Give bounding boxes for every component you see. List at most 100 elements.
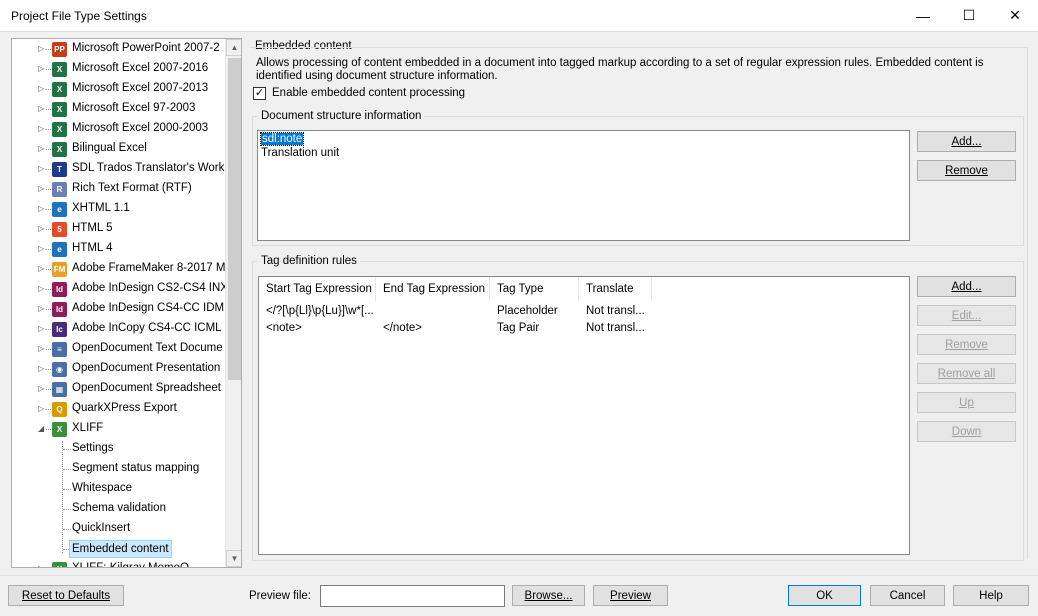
tag-rules-add-button[interactable]: Add... — [917, 276, 1016, 297]
tree-item[interactable]: ▷ Id Adobe InDesign CS4-CC IDML — [12, 299, 231, 319]
minimize-button[interactable]: — — [900, 0, 946, 31]
tree-item-label: OpenDocument Text Docume — [72, 342, 223, 354]
scroll-thumb[interactable] — [228, 58, 241, 380]
list-item[interactable]: Translation unit — [261, 147, 339, 161]
tree-item[interactable]: ▷ 5 HTML 5 — [12, 219, 226, 239]
cell-end-tag: </note> — [383, 322, 423, 334]
tree-item[interactable]: ▷ FM Adobe FrameMaker 8-2017 M — [12, 259, 226, 279]
browse-button[interactable]: Browse... — [512, 585, 585, 606]
expand-arrow-icon[interactable]: ▷ — [38, 304, 46, 314]
tree-item-label: Microsoft Excel 2007-2016 — [72, 62, 209, 74]
doc-structure-group-title: Document structure information — [258, 110, 425, 122]
expand-arrow-icon[interactable]: ▷ — [38, 164, 46, 174]
maximize-button[interactable]: ☐ — [946, 0, 992, 31]
list-item[interactable]: sdl:note — [259, 132, 305, 147]
file-type-icon: X — [52, 122, 67, 137]
tag-rules-up-button[interactable]: Up — [917, 392, 1016, 413]
tree-item-label: Microsoft PowerPoint 2007-2 — [72, 42, 220, 54]
expand-arrow-icon[interactable]: ▷ — [38, 44, 46, 54]
tree-item[interactable]: ▷ Ic Adobe InCopy CS4-CC ICML — [12, 319, 226, 339]
tag-rules-remove-button[interactable]: Remove — [917, 334, 1016, 355]
tree-item[interactable]: ▷ X Microsoft Excel 2007-2013 — [12, 79, 226, 99]
tree-item[interactable]: ▷ X Microsoft Excel 97-2003 — [12, 99, 226, 119]
enable-embedded-label[interactable]: Enable embedded content processing — [272, 87, 465, 99]
tree-item[interactable]: ▷ X Microsoft Excel 2007-2016 — [12, 59, 226, 79]
tree-item-label: QuickInsert — [72, 522, 131, 534]
column-header-start-tag[interactable]: Start Tag Expression — [259, 277, 376, 301]
tree-item-label: Microsoft Excel 2000-2003 — [72, 122, 209, 134]
tree-item[interactable]: ▷ R Rich Text Format (RTF) — [12, 179, 226, 199]
file-type-icon: ◉ — [52, 362, 67, 377]
doc-structure-remove-button[interactable]: Remove — [917, 160, 1016, 181]
cell-tag-type: Placeholder — [497, 305, 558, 317]
file-type-icon: X — [52, 422, 67, 437]
tree-child-item[interactable]: Schema validation — [12, 499, 226, 519]
expand-arrow-icon[interactable]: ▷ — [38, 344, 46, 354]
tree-item[interactable]: ▷ Id Adobe InDesign CS2-CS4 INX — [12, 279, 228, 299]
tree-item-label: Bilingual Excel — [72, 142, 147, 154]
expand-arrow-icon[interactable]: ▷ — [38, 144, 46, 154]
expand-arrow-icon[interactable]: ▷ — [38, 284, 46, 294]
tree-child-item[interactable]: QuickInsert — [12, 519, 226, 539]
tree-item[interactable]: ▷ e XHTML 1.1 — [12, 199, 226, 219]
doc-structure-add-button[interactable]: Add... — [917, 131, 1016, 152]
expand-arrow-icon[interactable]: ▷ — [38, 384, 46, 394]
collapse-arrow-icon[interactable]: ◢ — [38, 424, 46, 434]
tree-item[interactable]: ▷ e HTML 4 — [12, 239, 226, 259]
preview-button[interactable]: Preview — [593, 585, 668, 606]
file-type-icon: R — [52, 182, 67, 197]
cancel-button[interactable]: Cancel — [870, 585, 945, 606]
close-button[interactable]: ✕ — [992, 0, 1038, 31]
column-header-translate[interactable]: Translate — [579, 277, 652, 301]
tree-item-label: Whitespace — [72, 482, 133, 494]
preview-file-input[interactable] — [320, 585, 505, 607]
file-type-icon: Q — [52, 402, 67, 417]
tag-rules-down-button[interactable]: Down — [917, 421, 1016, 442]
expand-arrow-icon[interactable]: ▷ — [38, 204, 46, 214]
file-type-tree[interactable]: ▷ PP Microsoft PowerPoint 2007-2 ▷ X Microsof… — [11, 38, 242, 568]
tree-item[interactable]: ▷ T SDL Trados Translator's Work — [12, 159, 226, 179]
tree-item[interactable]: ▷ PP Microsoft PowerPoint 2007-2 — [12, 39, 226, 59]
column-header-end-tag[interactable]: End Tag Expression — [376, 277, 490, 301]
tree-item-label: Settings — [72, 442, 114, 454]
tree-child-item[interactable]: Whitespace — [12, 479, 226, 499]
scroll-up-icon[interactable]: ▲ — [226, 39, 241, 56]
tree-item-label: Rich Text Format (RTF) — [72, 182, 192, 194]
expand-arrow-icon[interactable]: ▷ — [38, 184, 46, 194]
tag-rules-remove-all-button[interactable]: Remove all — [917, 363, 1016, 384]
tree-item[interactable]: ▷ ◉ OpenDocument Presentation — [12, 359, 226, 379]
scroll-down-icon[interactable]: ▼ — [226, 550, 241, 567]
tag-rules-table[interactable]: Start Tag Expression End Tag Expression … — [258, 276, 910, 555]
expand-arrow-icon[interactable]: ▷ — [38, 224, 46, 234]
expand-arrow-icon[interactable]: ▷ — [38, 564, 46, 567]
tree-scrollbar[interactable]: ▲ ▼ — [225, 39, 241, 567]
tree-item[interactable]: ▷ Q QuarkXPress Export — [12, 399, 226, 419]
tree-item[interactable]: ▷ X Bilingual Excel — [12, 139, 226, 159]
tree-child-item[interactable]: Settings — [12, 439, 226, 459]
tree-item[interactable]: ▷ ▦ OpenDocument Spreadsheet — [12, 379, 226, 399]
expand-arrow-icon[interactable]: ▷ — [38, 324, 46, 334]
doc-structure-list[interactable]: sdl:note Translation unit — [257, 130, 910, 241]
expand-arrow-icon[interactable]: ▷ — [38, 104, 46, 114]
expand-arrow-icon[interactable]: ▷ — [38, 64, 46, 74]
tree-item-label: QuarkXPress Export — [72, 402, 177, 414]
tree-item-partial[interactable]: ▷ X XLIFF: Kilgray MemoQ — [12, 559, 226, 567]
reset-defaults-button[interactable]: Reset to Defaults — [8, 585, 124, 606]
tree-child-item[interactable]: Segment status mapping — [12, 459, 226, 479]
enable-embedded-checkbox[interactable]: ✓ — [253, 87, 266, 100]
expand-arrow-icon[interactable]: ▷ — [38, 84, 46, 94]
cell-tag-type: Tag Pair — [497, 322, 540, 334]
expand-arrow-icon[interactable]: ▷ — [38, 364, 46, 374]
column-header-tag-type[interactable]: Tag Type — [490, 277, 579, 301]
expand-arrow-icon[interactable]: ▷ — [38, 124, 46, 134]
help-button[interactable]: Help — [953, 585, 1029, 606]
tree-child-item[interactable]: Embedded content — [12, 539, 226, 559]
ok-button[interactable]: OK — [788, 585, 861, 606]
tag-rules-edit-button[interactable]: Edit... — [917, 305, 1016, 326]
tree-item[interactable]: ◢ X XLIFF — [12, 419, 226, 439]
tree-item[interactable]: ▷ ≡ OpenDocument Text Docume — [12, 339, 226, 359]
expand-arrow-icon[interactable]: ▷ — [38, 244, 46, 254]
expand-arrow-icon[interactable]: ▷ — [38, 264, 46, 274]
tree-item[interactable]: ▷ X Microsoft Excel 2000-2003 — [12, 119, 226, 139]
expand-arrow-icon[interactable]: ▷ — [38, 404, 46, 414]
